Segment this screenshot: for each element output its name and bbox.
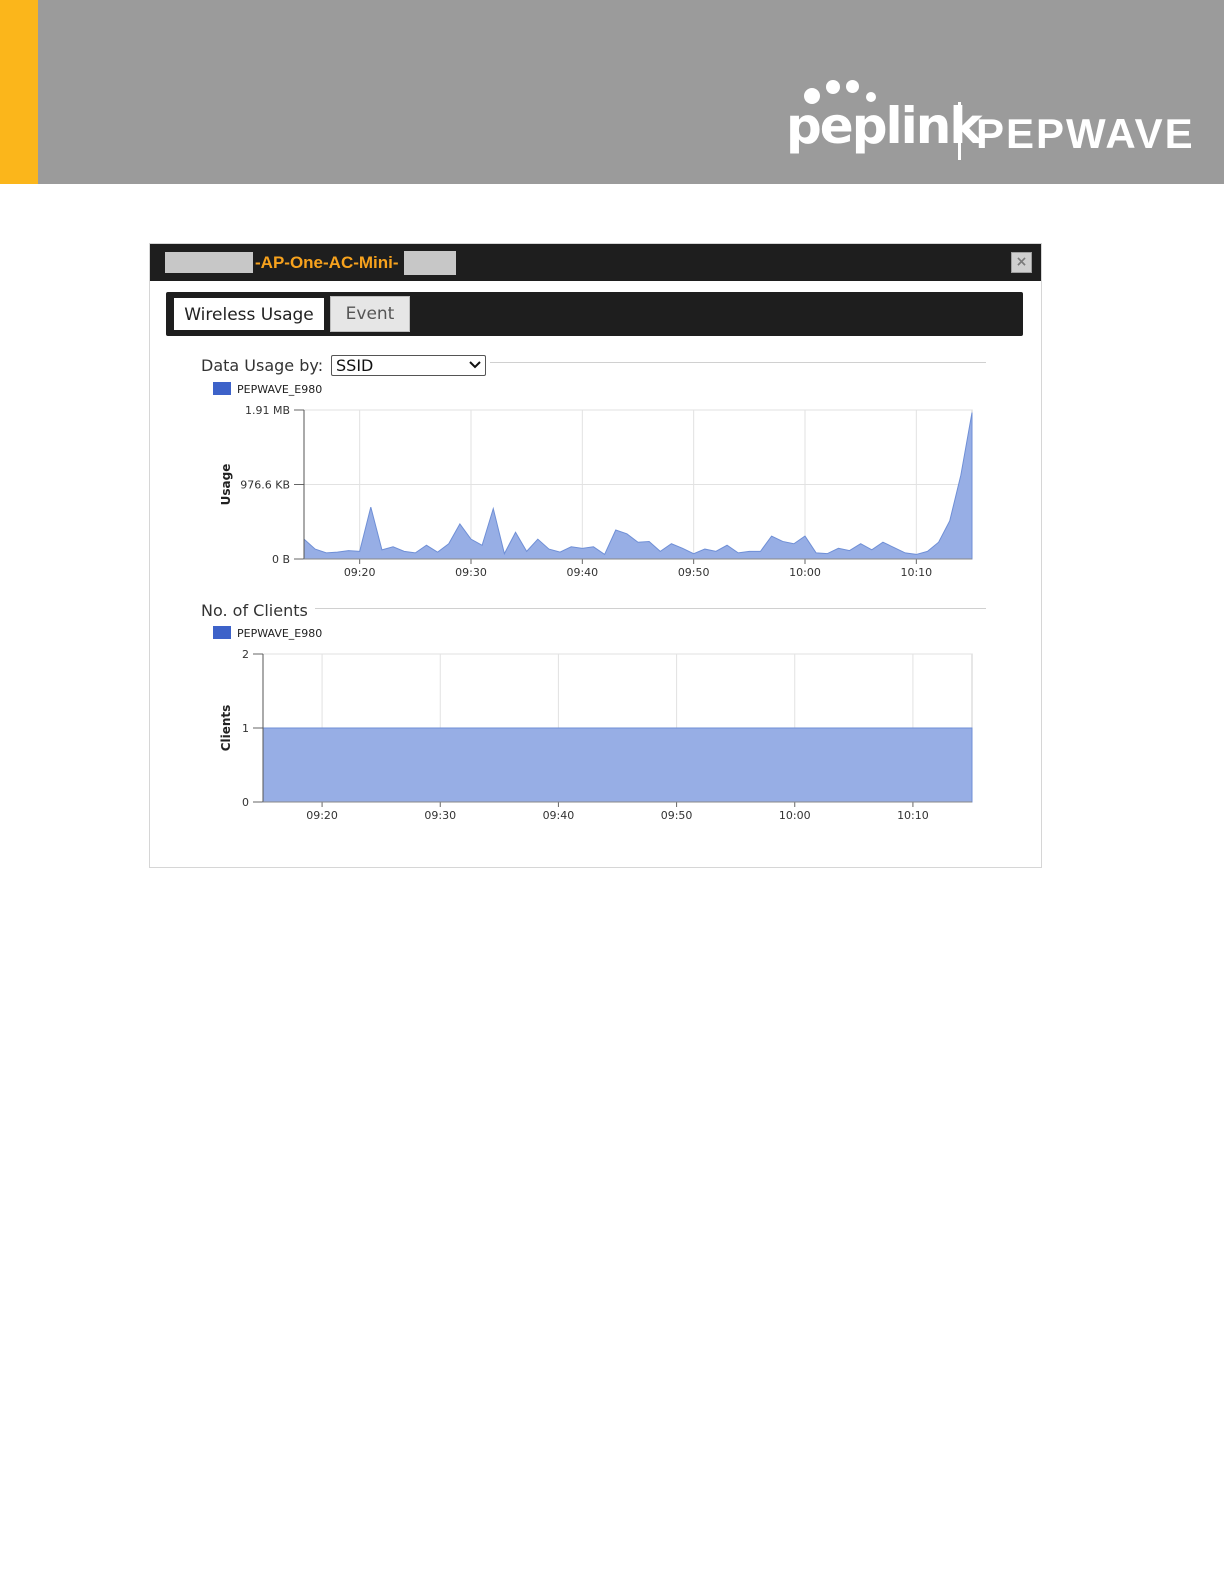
y-axis-label: Clients: [219, 705, 233, 752]
header-accent-bar: [0, 0, 38, 184]
device-dialog: -AP-One-AC-Mini- × Wireless Usage Event …: [149, 243, 1042, 868]
dialog-titlebar: -AP-One-AC-Mini- ×: [150, 244, 1041, 281]
tab-bar: Wireless Usage Event: [166, 292, 1023, 336]
page-header-banner: peplink PEPWAVE: [0, 0, 1224, 184]
tab-event[interactable]: Event: [330, 296, 410, 332]
logo-separator: [958, 102, 961, 160]
y-tick-label: 1.91 MB: [245, 404, 290, 417]
x-tick-label: 10:10: [897, 809, 929, 822]
x-tick-label: 10:10: [900, 566, 932, 579]
x-tick-label: 09:40: [543, 809, 575, 822]
data-usage-label: Data Usage by:: [201, 356, 330, 376]
x-tick-label: 09:20: [344, 566, 376, 579]
x-tick-label: 09:30: [455, 566, 487, 579]
legend-swatch: [213, 626, 231, 639]
x-tick-label: 09:20: [306, 809, 338, 822]
dialog-title: -AP-One-AC-Mini-: [255, 253, 399, 272]
y-tick-label: 2: [242, 648, 249, 661]
usage-chart: PEPWAVE_E980 09:20 09:30 09:40 09:50 10:00 10:…: [213, 382, 973, 579]
legend-swatch: [213, 382, 231, 395]
data-usage-select-value: SSID: [336, 356, 374, 375]
y-axis-label: Usage: [219, 464, 233, 506]
tab-wireless-usage[interactable]: Wireless Usage: [172, 296, 326, 332]
clients-chart: PEPWAVE_E980 09:20 09:30 09:40 09:50 10:00 10:…: [213, 626, 973, 822]
x-tick-label: 09:50: [678, 566, 710, 579]
brand-logo: peplink PEPWAVE: [786, 80, 1206, 170]
series-area: [262, 727, 973, 803]
legend-label: PEPWAVE_E980: [237, 627, 322, 640]
redacted-name-prefix: [165, 252, 253, 273]
chevron-down-icon: [469, 361, 481, 369]
x-tick-label: 09:50: [661, 809, 693, 822]
x-tick-label: 09:40: [566, 566, 598, 579]
x-tick-label: 10:00: [779, 809, 811, 822]
y-tick-label: 0: [242, 796, 249, 809]
logo-peplink: peplink: [786, 97, 983, 155]
legend-label: PEPWAVE_E980: [237, 383, 322, 396]
data-usage-select[interactable]: SSID: [331, 355, 486, 376]
x-tick-label: 09:30: [424, 809, 456, 822]
y-tick-label: 1: [242, 722, 249, 735]
redacted-name-suffix: [404, 251, 456, 275]
y-tick-label: 0 B: [272, 553, 290, 566]
clients-label: No. of Clients: [201, 601, 314, 621]
x-tick-label: 10:00: [789, 566, 821, 579]
section-divider: [490, 362, 986, 363]
close-button[interactable]: ×: [1011, 252, 1032, 273]
logo-pepwave: PEPWAVE: [976, 110, 1195, 157]
section-divider: [315, 608, 986, 609]
y-tick-label: 976.6 KB: [240, 478, 290, 491]
